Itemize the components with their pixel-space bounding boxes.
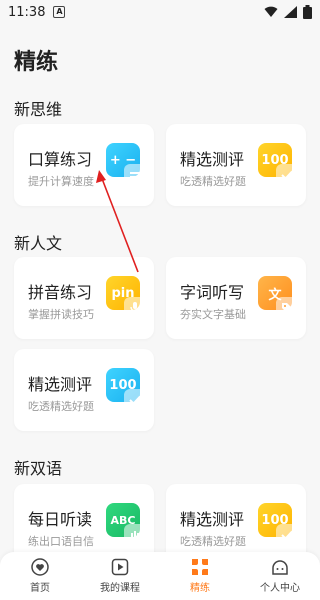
play-course-icon (111, 558, 129, 576)
card-oral-math[interactable]: 口算练习 提升计算速度 + − (14, 124, 154, 206)
tag-badge-icon (276, 297, 298, 319)
card-selected-test-2[interactable]: 精选测评 吃透精选好题 100 (14, 349, 154, 431)
wifi-icon (264, 6, 278, 17)
status-icons (264, 5, 312, 19)
profile-face-icon (272, 560, 288, 575)
card-title: 口算练习 (28, 150, 93, 169)
check-badge-icon (124, 389, 146, 411)
card-pinyin[interactable]: 拼音练习 掌握拼读技巧 pin (14, 257, 154, 339)
card-subtitle: 吃透精选好题 (180, 175, 246, 188)
card-subtitle: 提升计算速度 (28, 175, 94, 188)
tab-practice[interactable]: 精练 (160, 552, 240, 600)
card-title: 拼音练习 (28, 283, 93, 302)
card-word-dictation[interactable]: 字词听写 夯实文字基础 文 (166, 257, 306, 339)
tab-label: 我的课程 (100, 583, 140, 594)
check-badge-icon (276, 524, 298, 546)
tab-label: 首页 (30, 583, 50, 594)
tab-label: 精练 (190, 583, 210, 594)
tab-home[interactable]: 首页 (0, 552, 80, 600)
check-badge-icon (276, 164, 298, 186)
card-subtitle: 掌握拼读技巧 (28, 308, 94, 321)
card-title: 精选测评 (180, 510, 245, 529)
status-bar: 11:38 A (0, 0, 320, 24)
battery-icon (303, 5, 312, 19)
equals-badge-icon (124, 164, 146, 186)
bottom-tab-bar: 首页 我的课程 精练 个人中心 (0, 552, 320, 600)
tab-label: 个人中心 (260, 583, 300, 594)
card-subtitle: 吃透精选好题 (28, 400, 94, 413)
section-title-new-humanities: 新人文 (14, 234, 63, 253)
section-title-new-bilingual: 新双语 (14, 459, 63, 478)
card-title: 字词听写 (180, 283, 245, 302)
signal-icon (284, 6, 297, 18)
home-heart-icon (31, 558, 49, 576)
page-title: 精练 (14, 50, 59, 75)
card-title: 每日听读 (28, 510, 93, 529)
card-subtitle: 夯实文字基础 (180, 308, 246, 321)
notification-a-icon: A (53, 6, 66, 18)
card-subtitle: 吃透精选好题 (180, 535, 246, 548)
grid-leaf-icon (192, 559, 208, 575)
card-selected-test-1[interactable]: 精选测评 吃透精选好题 100 (166, 124, 306, 206)
audio-wave-badge-icon (124, 524, 146, 546)
card-title: 精选测评 (28, 375, 93, 394)
card-subtitle: 练出口语自信 (28, 535, 94, 548)
status-time: 11:38 (8, 4, 46, 20)
section-title-new-thinking: 新思维 (14, 100, 63, 119)
microphone-badge-icon (124, 297, 146, 319)
card-title: 精选测评 (180, 150, 245, 169)
tab-profile[interactable]: 个人中心 (240, 552, 320, 600)
tab-my-courses[interactable]: 我的课程 (80, 552, 160, 600)
